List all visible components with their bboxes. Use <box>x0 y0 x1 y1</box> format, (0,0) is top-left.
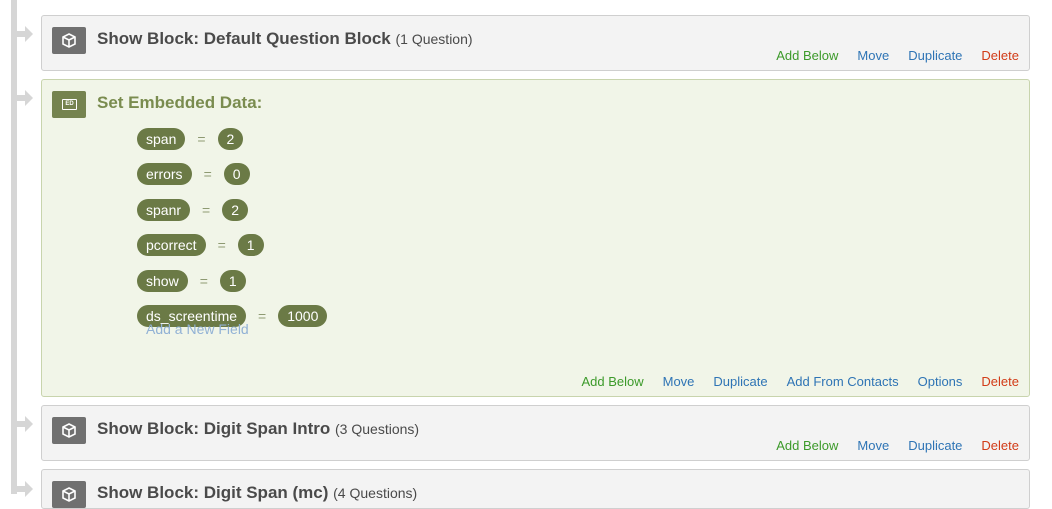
block-title[interactable]: Show Block: Digit Span (mc) (4 Questions… <box>97 483 417 503</box>
flow-arrow-icon <box>17 478 33 500</box>
embedded-field-row: span = 2 <box>137 128 244 150</box>
block-cube-icon <box>52 417 86 444</box>
field-name[interactable]: spanr <box>137 199 191 221</box>
embedded-field-row: errors = 0 <box>137 163 250 185</box>
field-value[interactable]: 2 <box>222 199 249 221</box>
add-new-field-link[interactable]: Add a New Field <box>146 321 249 337</box>
delete-link[interactable]: Delete <box>981 48 1019 63</box>
add-from-contacts-link[interactable]: Add From Contacts <box>787 374 899 389</box>
field-value[interactable]: 1 <box>219 270 246 292</box>
duplicate-link[interactable]: Duplicate <box>908 438 962 453</box>
flow-arrow-icon <box>17 413 33 435</box>
flow-element-embedded-data: ED Set Embedded Data: span = 2 errors = … <box>41 79 1030 397</box>
equals-sign: = <box>217 237 226 253</box>
embedded-field-row: pcorrect = 1 <box>137 234 264 256</box>
add-below-link[interactable]: Add Below <box>581 374 643 389</box>
embedded-data-icon: ED <box>52 91 86 118</box>
delete-link[interactable]: Delete <box>981 374 1019 389</box>
equals-sign: = <box>197 131 206 147</box>
field-value[interactable]: 1000 <box>278 305 328 327</box>
field-name[interactable]: span <box>137 128 186 150</box>
flow-element-block: Show Block: Digit Span (mc) (4 Questions… <box>41 469 1030 509</box>
field-value[interactable]: 1 <box>237 234 264 256</box>
question-count: (3 Questions) <box>335 421 420 437</box>
field-value[interactable]: 2 <box>217 128 244 150</box>
block-cube-icon <box>52 481 86 508</box>
move-link[interactable]: Move <box>857 438 889 453</box>
delete-link[interactable]: Delete <box>981 438 1019 453</box>
flow-element-block: Show Block: Digit Span Intro (3 Question… <box>41 405 1030 461</box>
flow-arrow-icon <box>17 87 33 109</box>
field-name[interactable]: errors <box>137 163 192 185</box>
embedded-field-row: spanr = 2 <box>137 199 249 221</box>
block-actions: Add Below Move Duplicate Delete <box>757 438 1019 453</box>
add-below-link[interactable]: Add Below <box>776 48 838 63</box>
block-title[interactable]: Show Block: Default Question Block (1 Qu… <box>97 29 473 49</box>
field-name[interactable]: show <box>137 270 188 292</box>
equals-sign: = <box>202 202 211 218</box>
duplicate-link[interactable]: Duplicate <box>908 48 962 63</box>
equals-sign: = <box>203 166 212 182</box>
block-actions: Add Below Move Duplicate Delete <box>757 48 1019 63</box>
flow-element-block: Show Block: Default Question Block (1 Qu… <box>41 15 1030 71</box>
flow-arrow-icon <box>17 23 33 45</box>
add-below-link[interactable]: Add Below <box>776 438 838 453</box>
question-count: (4 Questions) <box>333 485 418 501</box>
move-link[interactable]: Move <box>857 48 889 63</box>
field-value[interactable]: 0 <box>223 163 250 185</box>
move-link[interactable]: Move <box>663 374 695 389</box>
equals-sign: = <box>199 273 208 289</box>
question-count: (1 Question) <box>395 31 473 47</box>
block-title[interactable]: Show Block: Digit Span Intro (3 Question… <box>97 419 419 439</box>
options-link[interactable]: Options <box>918 374 963 389</box>
embedded-field-row: show = 1 <box>137 270 246 292</box>
duplicate-link[interactable]: Duplicate <box>713 374 767 389</box>
embedded-actions: Add Below Move Duplicate Add From Contac… <box>562 374 1019 389</box>
equals-sign: = <box>258 308 267 324</box>
embedded-data-title: Set Embedded Data: <box>97 93 263 112</box>
field-name[interactable]: pcorrect <box>137 234 206 256</box>
block-cube-icon <box>52 27 86 54</box>
